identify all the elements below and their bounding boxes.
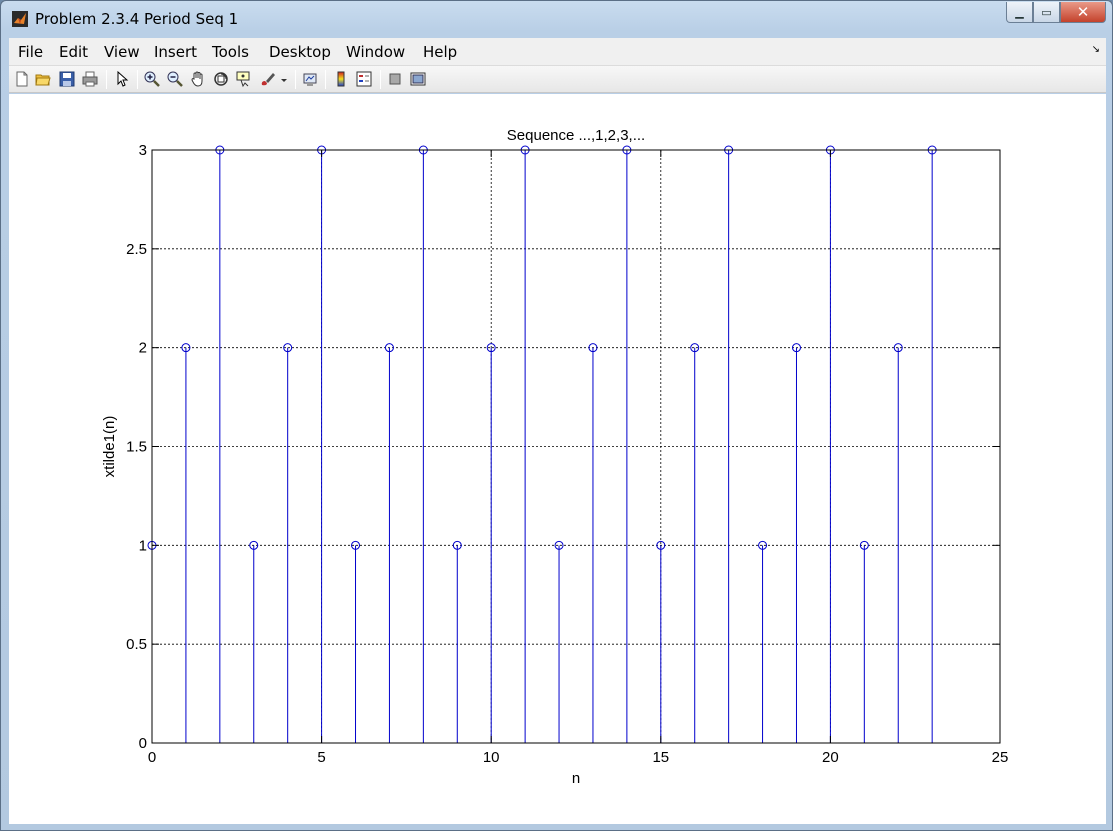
save-icon[interactable]	[58, 70, 76, 88]
x-tick-label: 5	[317, 749, 325, 766]
window-title: Problem 2.3.4 Period Seq 1	[35, 10, 239, 28]
brush-dropdown-icon[interactable]	[279, 70, 289, 88]
open-file-icon[interactable]	[34, 70, 52, 88]
toolbar-separator	[137, 70, 138, 89]
y-axis-label: xtilde1(n)	[101, 416, 118, 478]
pan-hand-icon[interactable]	[189, 70, 207, 88]
x-tick-label: 15	[652, 749, 669, 766]
menu-edit[interactable]: Edit	[59, 43, 88, 61]
x-tick-label: 0	[148, 749, 156, 766]
close-button[interactable]: ✕	[1060, 2, 1106, 23]
menu-desktop[interactable]: Desktop	[269, 43, 331, 61]
menu-help[interactable]: Help	[423, 43, 457, 61]
y-tick-label: 2.5	[126, 241, 147, 258]
rotate-3d-icon[interactable]	[212, 70, 230, 88]
zoom-out-icon[interactable]	[166, 70, 184, 88]
y-tick-label: 0.5	[126, 636, 147, 653]
link-plot-icon[interactable]	[301, 70, 319, 88]
maximize-icon: ▭	[1041, 6, 1052, 19]
stem-plot[interactable]: 0 5 10 15 20 25 0 0.5 1 1.5 2 2.5 3 Sequence ...,1,2,…	[9, 94, 1106, 824]
zoom-in-icon[interactable]	[143, 70, 161, 88]
close-icon: ✕	[1076, 4, 1090, 21]
show-plot-tools-icon[interactable]	[409, 70, 427, 88]
menu-overflow-icon[interactable]: ↘	[1092, 44, 1100, 55]
y-tick-label: 3	[139, 142, 147, 159]
matlab-logo-icon	[12, 11, 28, 27]
data-cursor-icon[interactable]	[235, 70, 253, 88]
chart-title: Sequence ...,1,2,3,...	[507, 127, 645, 144]
figure-toolbar	[9, 66, 1106, 93]
menu-window[interactable]: Window	[346, 43, 405, 61]
window-controls: ▁ ▭ ✕	[1006, 2, 1106, 23]
menu-file[interactable]: File	[18, 43, 43, 61]
brush-icon[interactable]	[259, 70, 277, 88]
new-figure-icon[interactable]	[13, 70, 31, 88]
menu-insert[interactable]: Insert	[154, 43, 197, 61]
minimize-button[interactable]: ▁	[1006, 2, 1033, 23]
y-tick-label: 2	[139, 340, 147, 357]
colorbar-icon[interactable]	[332, 70, 350, 88]
legend-icon[interactable]	[355, 70, 373, 88]
toolbar-separator	[106, 70, 107, 89]
title-bar[interactable]: Problem 2.3.4 Period Seq 1 ▁ ▭ ✕	[1, 1, 1112, 37]
hide-plot-tools-icon[interactable]	[386, 70, 404, 88]
x-axis-label: n	[572, 770, 580, 787]
figure-canvas: 0 5 10 15 20 25 0 0.5 1 1.5 2 2.5 3 Sequence ...,1,2,…	[9, 94, 1106, 824]
x-tick-label: 25	[992, 749, 1009, 766]
figure-window: Problem 2.3.4 Period Seq 1 ▁ ▭ ✕ File Ed…	[0, 0, 1113, 831]
menu-view[interactable]: View	[104, 43, 140, 61]
x-tick-label: 20	[822, 749, 839, 766]
menu-bar: File Edit View Insert Tools Desktop Wind…	[9, 38, 1106, 66]
edit-plot-arrow-icon[interactable]	[113, 70, 131, 88]
toolbar-separator	[295, 70, 296, 89]
minimize-icon: ▁	[1015, 6, 1024, 19]
toolbar-separator	[325, 70, 326, 89]
maximize-button[interactable]: ▭	[1033, 2, 1060, 23]
y-tick-label: 1.5	[126, 439, 147, 456]
x-tick-label: 10	[483, 749, 500, 766]
y-tick-label: 0	[139, 735, 147, 752]
print-icon[interactable]	[81, 70, 99, 88]
menu-tools[interactable]: Tools	[212, 43, 249, 61]
y-tick-label: 1	[139, 537, 147, 554]
toolbar-separator	[380, 70, 381, 89]
